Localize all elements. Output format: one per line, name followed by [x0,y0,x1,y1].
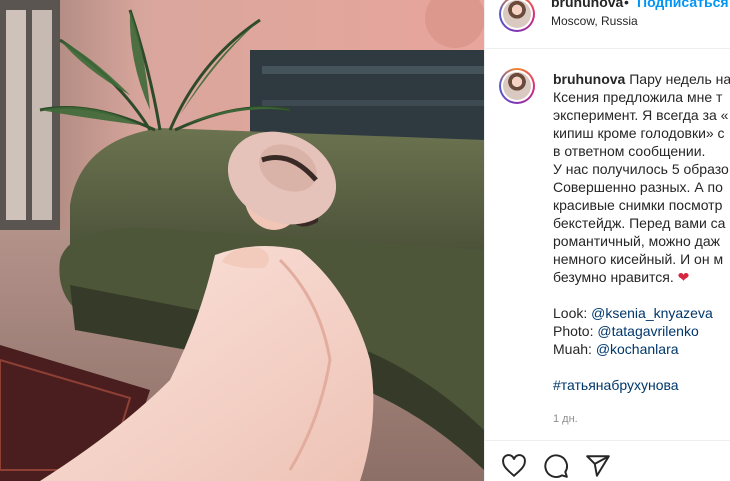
avatar-image [503,0,531,28]
author-username[interactable]: bruhunova [551,0,623,10]
mention-link[interactable]: @kochanlara [596,341,679,357]
caption-username[interactable]: bruhunova [553,71,625,87]
caption-block: bruhunova Пару недель на Ксения предложи… [485,58,730,434]
share-icon[interactable] [585,453,611,479]
mention-link[interactable]: @ksenia_knyazeva [591,305,713,321]
mention-link[interactable]: @tatagavrilenko [597,323,698,339]
caption-line: немного кисейный. И он м [553,251,724,267]
caption-line: Пару недель на [629,71,730,87]
comment-icon[interactable] [543,453,569,479]
caption-line: Совершенно разных. А по [553,179,723,195]
caption-line: эксперимент. Я всегда за « [553,107,729,123]
caption-text: bruhunova Пару недель на Ксения предложи… [553,70,730,394]
location-link[interactable]: Moscow, Russia [551,14,638,28]
caption-line: У нас получилось 5 образо [553,161,729,177]
caption-line: бекстейдж. Перед вами са [553,215,726,231]
hashtag-link[interactable]: #татьянабрухунова [553,376,730,394]
post-photo-illustration [0,0,484,481]
credit-photo: Photo: @tatagavrilenko [553,323,699,339]
caption-line: Ксения предложила мне т [553,89,723,105]
author-avatar[interactable] [499,0,535,32]
caption-line: безумно нравится. [553,269,674,285]
heart-icon[interactable] [501,453,527,479]
caption-line: кипиш кроме голодовки» с [553,125,725,141]
follow-button[interactable]: Подписаться [637,0,729,10]
credit-look: Look: @ksenia_knyazeva [553,305,713,321]
post-video[interactable] [0,0,484,481]
separator-dot: • [624,0,629,10]
action-bar [485,440,730,481]
caption-avatar[interactable] [499,68,535,104]
caption-line: красивые снимки посмотр [553,197,723,213]
post-header: bruhunova • Подписаться Moscow, Russia [485,0,730,49]
caption-line: в ответном сообщении. [553,143,706,159]
heart-emoji-icon: ❤ [677,269,690,285]
caption-line: романтичный, можно даж [553,233,720,249]
post-timestamp[interactable]: 1 дн. [553,413,578,425]
avatar-image [503,72,531,100]
credit-muah: Muah: @kochanlara [553,341,679,357]
post-sidebar: bruhunova • Подписаться Moscow, Russia b… [484,0,730,481]
